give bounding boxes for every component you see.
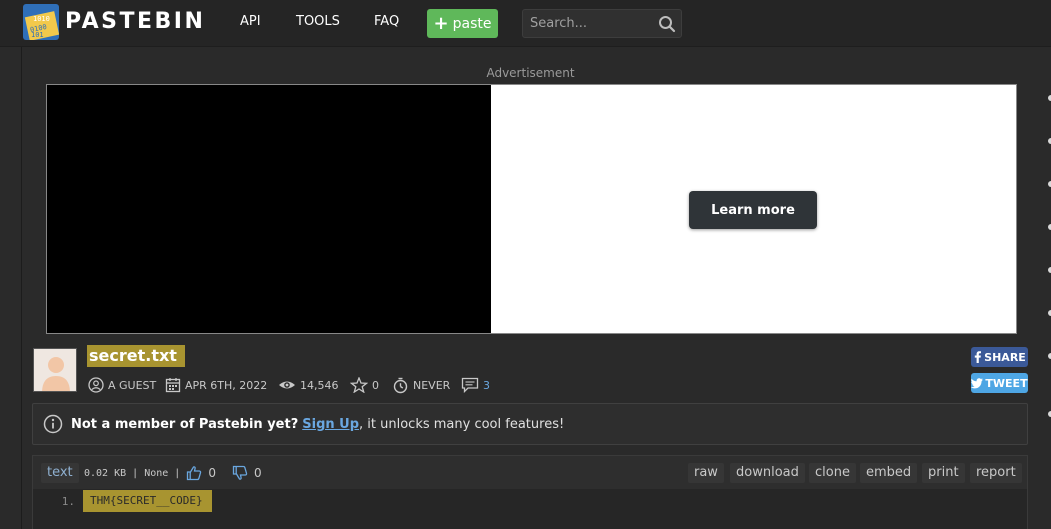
page-left-border bbox=[21, 47, 22, 529]
clone-button[interactable]: clone bbox=[809, 463, 856, 483]
paste-stats: 0.02 KB | None | 0 0 bbox=[84, 465, 262, 481]
notice-rest-text: , it unlocks many cool features! bbox=[359, 416, 565, 432]
facebook-share-button[interactable]: SHARE bbox=[971, 347, 1028, 367]
guest-avatar-icon bbox=[34, 349, 76, 391]
date-value: APR 6TH, 2022 bbox=[185, 378, 268, 392]
stats-separator: | bbox=[174, 467, 181, 479]
report-button[interactable]: report bbox=[970, 463, 1022, 483]
signup-notice: Not a member of Pastebin yet? Sign Up , … bbox=[32, 403, 1028, 445]
paste-comments[interactable]: 3 bbox=[461, 377, 490, 393]
info-icon bbox=[43, 414, 63, 434]
search-icon[interactable] bbox=[658, 15, 676, 33]
embed-button[interactable]: embed bbox=[860, 463, 918, 483]
paste-size: 0.02 KB bbox=[84, 467, 127, 479]
plus-icon: + bbox=[433, 12, 449, 34]
top-header: 1010 0100 101 PASTEBIN API TOOLS FAQ + p… bbox=[0, 0, 1051, 47]
paste-rating[interactable]: 0 bbox=[350, 377, 379, 393]
author-avatar[interactable] bbox=[33, 348, 77, 392]
nav-tools[interactable]: TOOLS bbox=[296, 14, 340, 29]
new-paste-button[interactable]: + paste bbox=[427, 9, 498, 38]
twitter-share-button[interactable]: TWEET bbox=[971, 373, 1028, 393]
download-button[interactable]: download bbox=[730, 463, 805, 483]
paste-category: None bbox=[144, 467, 169, 479]
search-input[interactable] bbox=[523, 10, 653, 37]
code-toolbar: text 0.02 KB | None | 0 0 raw download c… bbox=[32, 455, 1028, 490]
syntax-label[interactable]: text bbox=[41, 463, 79, 483]
code-content[interactable]: 1. THM{SECRET__CODE} bbox=[32, 489, 1028, 529]
user-icon bbox=[88, 377, 104, 393]
author-name: A GUEST bbox=[108, 378, 157, 392]
raw-button[interactable]: raw bbox=[688, 463, 724, 483]
nav-faq[interactable]: FAQ bbox=[374, 14, 399, 29]
paste-date: APR 6TH, 2022 bbox=[165, 377, 267, 393]
signup-link[interactable]: Sign Up bbox=[302, 417, 359, 432]
star-icon bbox=[350, 377, 368, 393]
facebook-icon bbox=[974, 351, 982, 363]
views-value: 14,546 bbox=[300, 378, 339, 392]
svg-text:1010: 1010 bbox=[33, 15, 50, 23]
rating-value: 0 bbox=[372, 378, 379, 392]
svg-text:101: 101 bbox=[31, 31, 44, 39]
facebook-share-label: SHARE bbox=[984, 350, 1026, 364]
stats-separator: | bbox=[132, 467, 139, 479]
calendar-icon bbox=[165, 378, 181, 393]
nav-api[interactable]: API bbox=[240, 14, 261, 29]
search-box bbox=[522, 9, 682, 38]
brand-name[interactable]: PASTEBIN bbox=[65, 9, 205, 34]
comment-icon bbox=[461, 377, 479, 393]
paste-title: secret.txt bbox=[87, 345, 185, 367]
advertisement-label: Advertisement bbox=[486, 66, 575, 80]
eye-icon bbox=[279, 381, 295, 389]
dislikes-count: 0 bbox=[253, 466, 262, 480]
print-button[interactable]: print bbox=[922, 463, 965, 483]
paste-author[interactable]: A GUEST bbox=[88, 377, 156, 393]
new-paste-label: paste bbox=[452, 15, 492, 32]
line-number: 1. bbox=[61, 495, 75, 508]
paste-views: 14,546 bbox=[278, 377, 339, 393]
expiration-value: NEVER bbox=[413, 378, 451, 392]
timer-icon bbox=[393, 377, 408, 393]
pastebin-logo-icon[interactable]: 1010 0100 101 bbox=[23, 4, 59, 40]
paste-expiration: NEVER bbox=[392, 377, 450, 393]
code-line[interactable]: THM{SECRET__CODE} bbox=[83, 490, 212, 512]
comments-count: 3 bbox=[483, 378, 490, 392]
likes-count: 0 bbox=[208, 466, 216, 480]
twitter-icon bbox=[971, 377, 984, 388]
learn-more-button[interactable]: Learn more bbox=[689, 191, 817, 229]
twitter-share-label: TWEET bbox=[985, 376, 1028, 390]
notice-bold-text: Not a member of Pastebin yet? bbox=[71, 416, 299, 432]
thumbs-up-icon[interactable] bbox=[186, 465, 202, 481]
advertisement-video[interactable] bbox=[47, 85, 491, 333]
thumbs-down-icon[interactable] bbox=[232, 465, 248, 481]
advertisement-frame: Learn more bbox=[46, 84, 1017, 334]
